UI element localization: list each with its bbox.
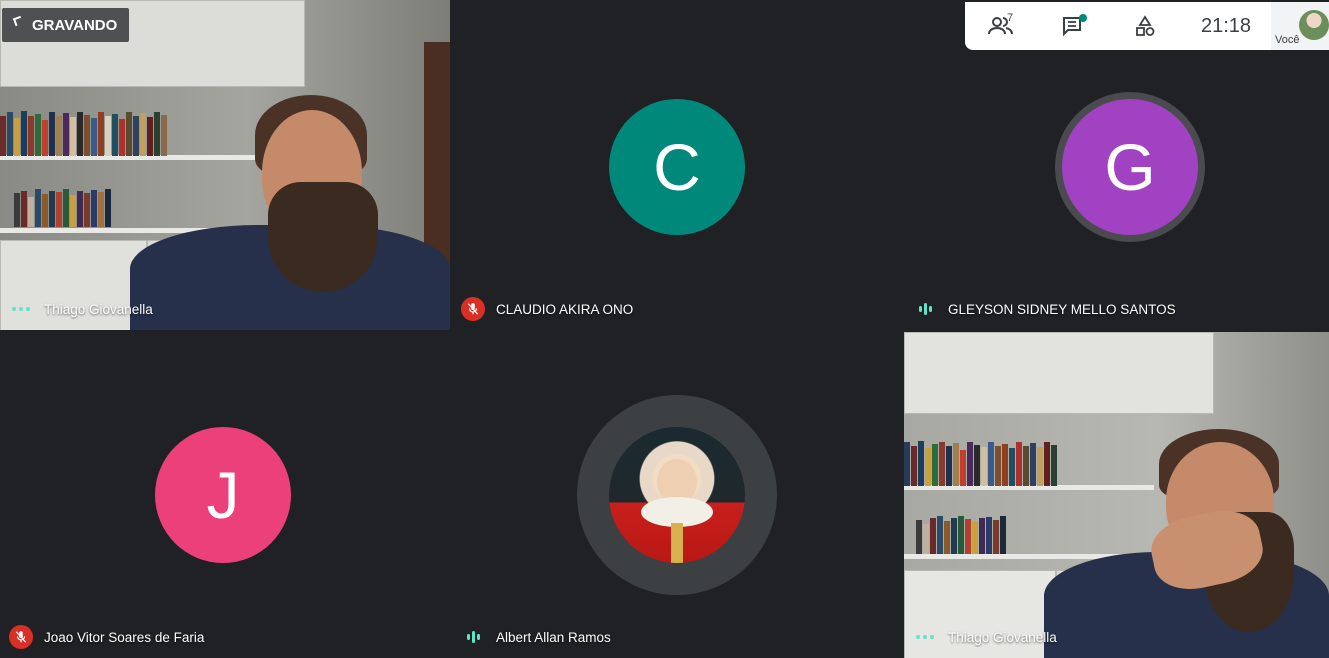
participant-name: Thiago Giovanella (44, 301, 153, 317)
participant-tile-albert[interactable]: Albert Allan Ramos (452, 332, 902, 658)
participant-name: Albert Allan Ramos (496, 629, 611, 645)
participants-count: 7 (1007, 12, 1014, 24)
video-tile-thiago-self[interactable]: Thiago Giovanella (904, 332, 1329, 658)
chat-notification-dot (1079, 14, 1087, 22)
activities-button[interactable] (1109, 2, 1181, 50)
participant-name-tag: Thiago Giovanella (904, 626, 1057, 648)
self-view[interactable]: Você (1271, 2, 1329, 50)
recording-label: GRAVANDO (32, 16, 118, 34)
participant-name-tag: Albert Allan Ramos (452, 626, 611, 648)
meeting-top-bar: 7 21:18 Você (965, 2, 1329, 50)
participant-name: Joao Vitor Soares de Faria (44, 629, 205, 645)
person-beard (268, 182, 378, 292)
recording-badge: GRAVANDO (2, 8, 130, 42)
participant-name: CLAUDIO AKIRA ONO (496, 301, 634, 317)
participant-tile-claudio[interactable]: C CLAUDIO AKIRA ONO (452, 0, 902, 330)
avatar-initial-c: C (609, 99, 745, 235)
mic-off-icon (461, 297, 485, 321)
meeting-clock: 21:18 (1200, 14, 1252, 37)
people-button[interactable]: 7 (965, 2, 1037, 50)
participant-name: GLEYSON SIDNEY MELLO SANTOS (948, 301, 1176, 317)
participant-name-tag: CLAUDIO AKIRA ONO (452, 297, 634, 321)
more-options-icon[interactable] (6, 298, 36, 320)
video-tile-thiago[interactable]: GRAVANDO Thiago Giovanella (0, 0, 450, 330)
chat-button[interactable] (1037, 2, 1109, 50)
mic-off-icon (9, 625, 33, 649)
participant-name-tag: Joao Vitor Soares de Faria (0, 625, 205, 649)
participant-tile-joao[interactable]: J Joao Vitor Soares de Faria (0, 332, 450, 658)
recording-icon (12, 15, 24, 27)
audio-level-icon (910, 298, 940, 320)
participant-name-tag: GLEYSON SIDNEY MELLO SANTOS (904, 298, 1176, 320)
participant-name: Thiago Giovanella (948, 629, 1057, 645)
self-avatar (1299, 10, 1329, 40)
audio-level-icon (458, 626, 488, 648)
avatar-initial-j: J (155, 427, 291, 563)
self-label: Você (1275, 34, 1300, 46)
avatar-photo (609, 427, 745, 563)
participant-name-tag: Thiago Giovanella (0, 298, 153, 320)
activities-icon (1136, 15, 1155, 36)
avatar-initial-g: G (1062, 99, 1198, 235)
more-options-icon[interactable] (910, 626, 940, 648)
